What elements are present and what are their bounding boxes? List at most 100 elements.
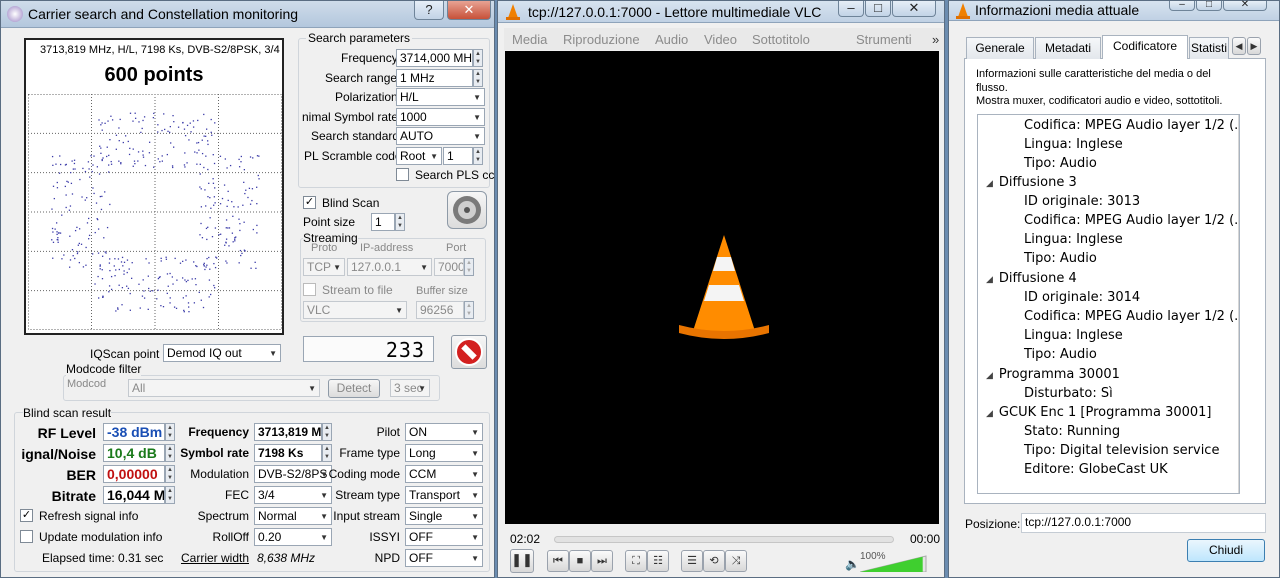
seek-bar[interactable] — [554, 536, 894, 543]
video-area[interactable] — [505, 51, 939, 524]
position-field[interactable]: tcp://127.0.0.1:7000 — [1021, 513, 1266, 533]
media-info-close-button[interactable]: ✕ — [1223, 0, 1267, 11]
blind-scan-checkbox[interactable]: ✓ — [303, 196, 316, 209]
tree-scrollbar[interactable]: ▲ ▼ — [1238, 115, 1239, 493]
rf-level-spinner[interactable]: ▲ ▼ — [165, 423, 175, 441]
search-range-spinner[interactable]: ▲ ▼ — [473, 69, 483, 87]
port-spinner[interactable]: ▲ ▼ — [464, 258, 474, 276]
constellation-point — [200, 188, 202, 190]
tab-codificatore[interactable]: Codificatore — [1102, 35, 1188, 59]
pilot-select[interactable]: ON — [405, 423, 483, 441]
tree-node[interactable]: ◢ GCUK Enc 1 [Programma 30001] — [986, 405, 1212, 420]
vlc-maximize-button[interactable]: □ — [865, 1, 891, 17]
tab-scroll-right-icon[interactable]: ▶ — [1247, 37, 1261, 55]
stream-type-select[interactable]: Transport — [405, 486, 483, 504]
satellite-dish-button[interactable] — [447, 191, 487, 229]
pause-button[interactable]: ❚❚ — [510, 549, 534, 573]
media-info-minimize-button[interactable]: – — [1169, 0, 1195, 11]
frequency-input[interactable]: 3714,000 MHz — [396, 49, 473, 67]
search-standard-select[interactable]: AUTO — [396, 127, 485, 145]
tab-scroll-left-icon[interactable]: ◀ — [1232, 37, 1246, 55]
menu-riproduzione[interactable]: Riproduzione — [563, 32, 640, 47]
npd-select[interactable]: OFF — [405, 549, 483, 567]
close-button[interactable]: ✕ — [447, 1, 491, 20]
modulation-select[interactable]: DVB-S2/8PS — [254, 465, 332, 483]
menu-more[interactable]: » — [932, 32, 939, 47]
tree-node[interactable]: ◢ Diffusione 3 — [986, 175, 1077, 190]
ber-spinner[interactable]: ▲ ▼ — [165, 465, 175, 483]
fullscreen-button[interactable]: ⛶ — [625, 550, 647, 572]
frequency-spinner[interactable]: ▲ ▼ — [473, 49, 483, 67]
buffer-size-spinner[interactable]: ▲ ▼ — [464, 301, 474, 319]
spectrum-select[interactable]: Normal — [254, 507, 332, 525]
constellation-point — [227, 227, 229, 229]
search-pls-label: Search PLS cc — [415, 168, 495, 182]
stop-playback-button[interactable]: ■ — [569, 550, 591, 572]
constellation-point — [198, 149, 200, 151]
tree-node[interactable]: ◢ Diffusione 4 — [986, 271, 1077, 286]
extended-settings-button[interactable]: ☷ — [647, 550, 669, 572]
tab-metadati[interactable]: Metadati — [1035, 37, 1101, 59]
polarization-select[interactable]: H/L — [396, 88, 485, 106]
input-stream-select[interactable]: Single — [405, 507, 483, 525]
signal-noise-spinner[interactable]: ▲ ▼ — [165, 444, 175, 462]
fec-select[interactable]: 3/4 — [254, 486, 332, 504]
expand-icon[interactable]: ◢ — [986, 371, 993, 381]
search-pls-checkbox[interactable] — [396, 168, 409, 181]
iqscan-select[interactable]: Demod IQ out — [163, 344, 281, 362]
rolloff-select[interactable]: 0.20 — [254, 528, 332, 546]
point-size-input[interactable]: 1 — [371, 213, 395, 231]
menu-video[interactable]: Video — [704, 32, 737, 47]
stream-to-file-checkbox[interactable] — [303, 283, 316, 296]
ip-address-select[interactable]: 127.0.0.1 — [347, 258, 432, 276]
constellation-point — [257, 174, 259, 177]
proto-select[interactable]: TCP — [303, 258, 345, 276]
loop-button[interactable]: ⟲ — [703, 550, 725, 572]
min-symbol-rate-select[interactable]: 1000 — [396, 108, 485, 126]
expand-icon[interactable]: ◢ — [986, 409, 993, 419]
stop-button[interactable] — [451, 335, 487, 369]
detect-button[interactable]: Detect — [328, 379, 380, 398]
shuffle-button[interactable]: ⤨ — [725, 550, 747, 572]
next-button[interactable]: ⏭ — [591, 550, 613, 572]
port-input[interactable]: 7000 — [434, 258, 464, 276]
previous-button[interactable]: ⏮ — [547, 550, 569, 572]
buffer-size-input[interactable]: 96256 — [416, 301, 464, 319]
pl-scramble-value-input[interactable]: 1 — [443, 147, 473, 165]
help-button[interactable]: ? — [414, 1, 444, 20]
tree-node[interactable]: ◢ Programma 30001 — [986, 367, 1120, 382]
tree-row: Lingua: Inglese — [1024, 328, 1123, 343]
bitrate-spinner[interactable]: ▲ ▼ — [165, 486, 175, 504]
symbol-rate-spinner[interactable]: ▲ ▼ — [322, 444, 332, 462]
close-info-button[interactable]: Chiudi — [1187, 539, 1265, 562]
search-range-input[interactable]: 1 MHz — [396, 69, 473, 87]
point-size-spinner[interactable]: ▲ ▼ — [395, 213, 405, 231]
playlist-button[interactable]: ☰ — [681, 550, 703, 572]
media-info-maximize-button[interactable]: □ — [1196, 0, 1222, 11]
modcode-select[interactable]: All — [128, 379, 320, 397]
vlc-close-button[interactable]: ✕ — [892, 1, 936, 17]
menu-strumenti[interactable]: Strumenti — [856, 32, 912, 47]
pl-scramble-spinner[interactable]: ▲ ▼ — [473, 147, 483, 165]
issyi-select[interactable]: OFF — [405, 528, 483, 546]
vlc-minimize-button[interactable]: – — [838, 1, 864, 17]
carrier-width-label[interactable]: Carrier width — [181, 551, 249, 565]
coding-mode-select[interactable]: CCM — [405, 465, 483, 483]
volume-icon[interactable]: 🔈 — [845, 557, 860, 571]
volume-slider[interactable] — [860, 554, 928, 572]
frame-type-select[interactable]: Long — [405, 444, 483, 462]
tab-generale[interactable]: Generale — [966, 37, 1034, 59]
tab-statistiche[interactable]: Statisti — [1189, 37, 1229, 59]
constellation-point — [175, 307, 178, 310]
expand-icon[interactable]: ◢ — [986, 275, 993, 285]
menu-audio[interactable]: Audio — [655, 32, 688, 47]
menu-sottotitolo[interactable]: Sottotitolo — [752, 32, 810, 47]
detect-timeout-select[interactable]: 3 sec — [390, 379, 430, 397]
expand-icon[interactable]: ◢ — [986, 179, 993, 189]
pl-scramble-mode-select[interactable]: Root — [396, 147, 442, 165]
update-modulation-checkbox[interactable] — [20, 530, 33, 543]
menu-media[interactable]: Media — [512, 32, 547, 47]
refresh-signal-checkbox[interactable]: ✓ — [20, 509, 33, 522]
result-frequency-spinner[interactable]: ▲ ▼ — [322, 423, 332, 441]
player-select[interactable]: VLC — [303, 301, 407, 319]
